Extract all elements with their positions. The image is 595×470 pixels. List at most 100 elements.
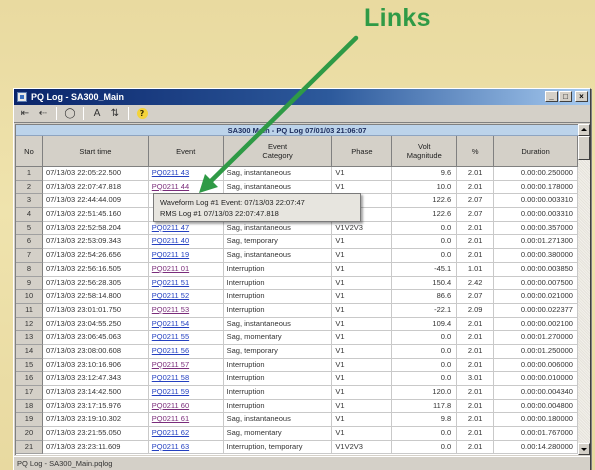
row-number[interactable]: 14 <box>16 344 43 359</box>
row-number[interactable]: 5 <box>16 221 43 236</box>
volt-magnitude-cell: -22.1 <box>392 303 458 318</box>
start-time-cell: 07/13/03 22:53:09.343 <box>42 235 149 250</box>
row-number[interactable]: 3 <box>16 194 43 209</box>
column-header-volt-magnitude[interactable]: Volt Magnitude <box>392 136 458 167</box>
back-button[interactable]: ⇠ <box>35 106 51 121</box>
waveform-log-link[interactable]: Waveform Log #1 Event: 07/13/03 22:07:47 <box>160 197 354 208</box>
table-row[interactable]: 13 07/13/03 23:06:45.063 PQ0211 55 Sag, mom… <box>16 331 578 345</box>
column-header-event-category[interactable]: Event Category <box>223 136 333 167</box>
scroll-thumb[interactable] <box>578 136 590 160</box>
event-link[interactable]: PQ0211 53 <box>148 303 224 318</box>
row-number[interactable]: 13 <box>16 331 43 345</box>
table-row[interactable]: 16 07/13/03 23:12:47.343 PQ0211 58 Interrup… <box>16 372 578 386</box>
row-number[interactable]: 9 <box>16 276 43 291</box>
row-number[interactable]: 16 <box>16 372 43 386</box>
percent-cell: 2.01 <box>457 427 495 441</box>
table-row[interactable]: 9 07/13/03 22:56:28.305 PQ0211 51 Interrupt… <box>16 276 578 291</box>
event-link[interactable]: PQ0211 57 <box>148 358 224 373</box>
font-button[interactable]: A <box>89 106 105 121</box>
event-link[interactable]: PQ0211 56 <box>148 344 224 359</box>
event-link[interactable]: PQ0211 59 <box>148 386 224 400</box>
duration-cell: 0.00:00.357000 <box>494 221 578 236</box>
row-number[interactable]: 12 <box>16 317 43 332</box>
row-number[interactable]: 17 <box>16 386 43 400</box>
event-link[interactable]: PQ0211 54 <box>148 317 224 332</box>
event-link[interactable]: PQ0211 52 <box>148 290 224 304</box>
row-number[interactable]: 1 <box>16 167 43 181</box>
event-link[interactable]: PQ0211 19 <box>148 249 224 263</box>
table-row[interactable]: 20 07/13/03 23:21:55.050 PQ0211 62 Sag, mom… <box>16 427 578 441</box>
row-number[interactable]: 11 <box>16 303 43 318</box>
row-number[interactable]: 19 <box>16 413 43 428</box>
table-row[interactable]: 1 07/13/03 22:05:22.500 PQ0211 43 Sag, inst… <box>16 167 578 181</box>
scroll-up-arrow-icon[interactable] <box>578 124 590 136</box>
minimize-button[interactable]: _ <box>545 91 558 102</box>
toolbar-separator <box>83 107 84 120</box>
maximize-button[interactable]: □ <box>559 91 572 102</box>
table-row[interactable]: 15 07/13/03 23:10:16.906 PQ0211 57 Interrup… <box>16 358 578 373</box>
event-link[interactable]: PQ0211 62 <box>148 427 224 441</box>
duration-cell: 0.00:00.021000 <box>494 290 578 304</box>
title-bar[interactable]: PQ Log - SA300_Main _ □ × <box>14 89 590 105</box>
duration-cell: 0.00:00.003850 <box>494 262 578 277</box>
close-button[interactable]: × <box>575 91 588 102</box>
column-header-percent[interactable]: % <box>457 136 495 167</box>
column-header-duration[interactable]: Duration <box>494 136 578 167</box>
row-number[interactable]: 18 <box>16 399 43 414</box>
row-number[interactable]: 6 <box>16 235 43 250</box>
event-link[interactable]: PQ0211 63 <box>148 440 224 455</box>
event-link[interactable]: PQ0211 55 <box>148 331 224 345</box>
event-link[interactable]: PQ0211 61 <box>148 413 224 428</box>
event-category-cell: Sag, temporary <box>223 235 333 250</box>
screenshot-canvas: Links PQ Log - SA300_Main _ □ × ⇤ ⇠ ◯ A ⇅? S… <box>0 0 595 470</box>
volt-magnitude-cell: 0.0 <box>392 221 458 236</box>
event-link[interactable]: PQ0211 40 <box>148 235 224 250</box>
percent-cell: 2.07 <box>457 290 495 304</box>
event-link[interactable]: PQ0211 01 <box>148 262 224 277</box>
percent-cell: 2.01 <box>457 317 495 332</box>
row-number[interactable]: 21 <box>16 440 43 455</box>
event-link[interactable]: PQ0211 58 <box>148 372 224 386</box>
row-number[interactable]: 20 <box>16 427 43 441</box>
sort-button[interactable]: ⇅ <box>107 106 123 121</box>
row-number[interactable]: 7 <box>16 249 43 263</box>
row-number[interactable]: 8 <box>16 262 43 277</box>
vertical-scrollbar[interactable] <box>578 124 590 455</box>
column-header-start-time[interactable]: Start time <box>42 136 149 167</box>
table-row[interactable]: 18 07/13/03 23:17:15.976 PQ0211 60 Interrup… <box>16 399 578 414</box>
start-time-cell: 07/13/03 22:52:58.204 <box>42 221 149 236</box>
table-row[interactable]: 17 07/13/03 23:14:42.500 PQ0211 59 Interrup… <box>16 386 578 400</box>
table-row[interactable]: 19 07/13/03 23:19:10.302 PQ0211 61 Sag, ins… <box>16 413 578 428</box>
table-row[interactable]: 5 07/13/03 22:52:58.204 PQ0211 47 Sag, inst… <box>16 221 578 236</box>
column-header-event[interactable]: Event <box>148 136 224 167</box>
phase-cell: V1V2V3 <box>332 440 393 455</box>
row-number[interactable]: 2 <box>16 180 43 195</box>
row-number[interactable]: 15 <box>16 358 43 373</box>
table-row[interactable]: 10 07/13/03 22:58:14.800 PQ0211 52 Interrup… <box>16 290 578 304</box>
duration-cell: 0.00:00.003310 <box>494 208 578 222</box>
table-row[interactable]: 7 07/13/03 22:54:26.656 PQ0211 19 Sag, inst… <box>16 249 578 263</box>
column-header-no[interactable]: No <box>16 136 43 167</box>
percent-cell: 3.01 <box>457 372 495 386</box>
event-link[interactable]: PQ0211 47 <box>148 221 224 236</box>
scroll-down-arrow-icon[interactable] <box>578 443 590 455</box>
event-link[interactable]: PQ0211 43 <box>148 167 224 181</box>
table-row[interactable]: 12 07/13/03 23:04:55.250 PQ0211 54 Sag, ins… <box>16 317 578 332</box>
table-row[interactable]: 6 07/13/03 22:53:09.343 PQ0211 40 Sag, temp… <box>16 235 578 250</box>
table-row[interactable]: 11 07/13/03 23:01:01.750 PQ0211 53 Interrup… <box>16 303 578 318</box>
help-button[interactable]: ? <box>134 106 150 121</box>
duration-cell: 0.00:01.767000 <box>494 427 578 441</box>
rms-log-link[interactable]: RMS Log #1 07/13/03 22:07:47.818 <box>160 208 354 219</box>
row-number[interactable]: 4 <box>16 208 43 222</box>
percent-cell: 2.01 <box>457 180 495 195</box>
first-record-button[interactable]: ⇤ <box>17 106 33 121</box>
event-link[interactable]: PQ0211 51 <box>148 276 224 291</box>
event-link[interactable]: PQ0211 60 <box>148 399 224 414</box>
table-row[interactable]: 8 07/13/03 22:56:16.505 PQ0211 01 Interrupt… <box>16 262 578 277</box>
column-header-phase[interactable]: Phase <box>332 136 393 167</box>
stop-button[interactable]: ◯ <box>62 106 78 121</box>
table-row[interactable]: 14 07/13/03 23:08:00.608 PQ0211 56 Sag, tem… <box>16 344 578 359</box>
start-time-cell: 07/13/03 22:44:44.009 <box>42 194 149 209</box>
row-number[interactable]: 10 <box>16 290 43 304</box>
table-row[interactable]: 21 07/13/03 23:23:11.609 PQ0211 63 Interrup… <box>16 440 578 455</box>
